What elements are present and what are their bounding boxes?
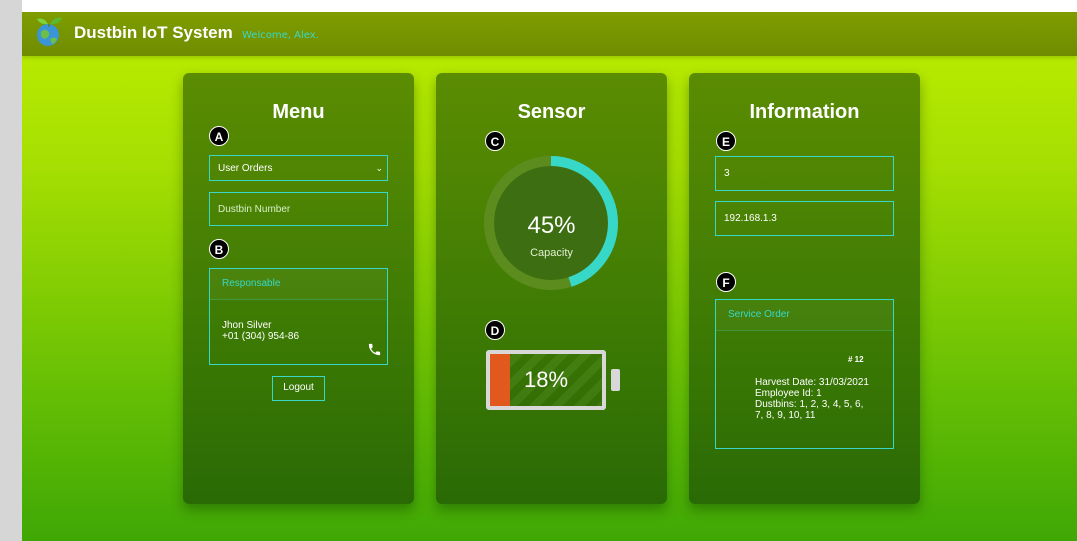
capacity-label: Capacity xyxy=(530,247,573,259)
service-order-card: Service Order # 12 Harvest Date: 31/03/2… xyxy=(715,299,894,449)
dustbin-number-input[interactable]: Dustbin Number xyxy=(209,192,388,226)
info-field-2[interactable]: 192.168.1.3 xyxy=(715,201,894,236)
dustbin-number-placeholder: Dustbin Number xyxy=(218,203,291,215)
app-title: Dustbin IoT System xyxy=(74,23,233,42)
order-number: # 12 xyxy=(848,355,864,364)
responsable-header: Responsable xyxy=(210,269,387,300)
marker-e: E xyxy=(716,131,736,151)
information-panel: Information E 3 192.168.1.3 F Service Or… xyxy=(689,73,920,504)
order-type-select[interactable]: User Orders ⌄ xyxy=(209,155,388,181)
contact-phone: +01 (304) 954-86 xyxy=(222,331,300,342)
earth-with-leaves-icon xyxy=(37,17,62,46)
battery-value: 18% xyxy=(523,367,569,392)
employee-id: Employee Id: 1 xyxy=(755,388,822,399)
marker-d: D xyxy=(485,320,505,340)
app-window: Dustbin IoT System Welcome, Alex. Menu A… xyxy=(22,12,1077,541)
left-gutter xyxy=(0,0,22,541)
marker-f: F xyxy=(716,272,736,292)
responsable-card: Responsable Jhon Silver +01 (304) 954-86 xyxy=(209,268,388,365)
sensor-panel: Sensor C 45% Capacity D 18% xyxy=(436,73,667,504)
battery-indicator: 18% xyxy=(486,350,606,410)
harvest-date: Harvest Date: 31/03/2021 xyxy=(755,377,869,388)
information-title: Information xyxy=(749,101,860,123)
contact-name: Jhon Silver xyxy=(222,320,272,331)
sensor-title: Sensor xyxy=(517,101,586,123)
menu-title: Menu xyxy=(272,101,325,123)
capacity-value: 45% xyxy=(527,212,576,239)
marker-b: B xyxy=(209,239,229,259)
menu-panel: Menu A User Orders ⌄ Dustbin Number B Re… xyxy=(183,73,414,504)
chevron-down-icon: ⌄ xyxy=(375,162,383,173)
phone-icon[interactable] xyxy=(367,342,382,357)
battery-terminal xyxy=(611,369,620,391)
marker-a: A xyxy=(209,126,229,146)
logout-button[interactable]: Logout xyxy=(272,376,325,401)
dustbins-line-2: 7, 8, 9, 10, 11 xyxy=(755,410,816,421)
welcome-text: Welcome, Alex. xyxy=(242,30,319,41)
top-gutter xyxy=(22,0,1077,12)
service-order-header: Service Order xyxy=(716,300,893,331)
order-type-select-value: User Orders xyxy=(218,162,273,174)
header-bar: Dustbin IoT System Welcome, Alex. xyxy=(22,12,1077,56)
dustbins-line-1: Dustbins: 1, 2, 3, 4, 5, 6, xyxy=(755,399,864,410)
info-field-1[interactable]: 3 xyxy=(715,156,894,191)
marker-c: C xyxy=(485,131,505,151)
